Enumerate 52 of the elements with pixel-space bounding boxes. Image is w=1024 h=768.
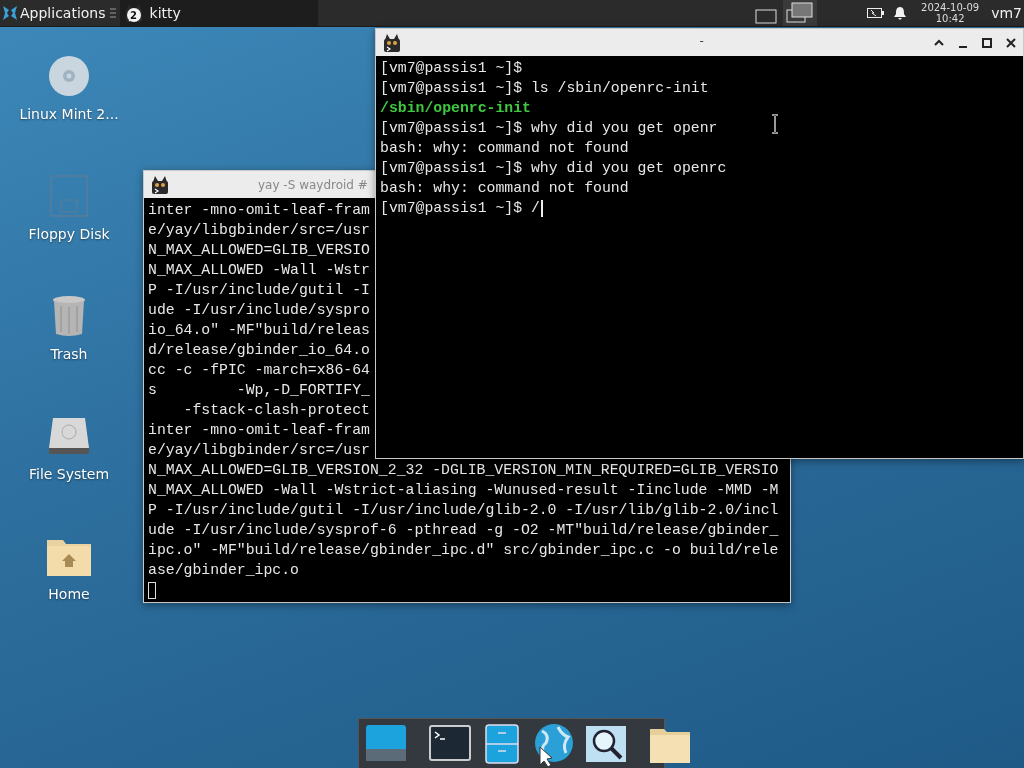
workspace-button[interactable] <box>783 0 818 26</box>
globe-icon[interactable] <box>532 723 576 767</box>
user-name[interactable]: vm7 <box>991 5 1022 21</box>
separator-handle-icon <box>109 7 116 19</box>
terminal-line: d/release/gbinder_io_64.o <box>148 341 370 360</box>
terminal-line: P -I/usr/include/gutil -I/usr/include/glib-2.0 -I/usr/lib/glib-2.0/incl <box>148 501 779 520</box>
text-cursor <box>540 199 543 217</box>
terminal-line: [vm7@passis1 ~]$ ls /sbin/openrc-init <box>380 79 709 98</box>
terminal-line: inter -mno-omit-leaf-fram <box>148 421 370 440</box>
terminal-line: N_MAX_ALLOWED=GLIB_VERSIO <box>148 241 370 260</box>
terminal-line: N_MAX_ALLOWED=GLIB_VERSION_2_32 -DGLIB_VERSION_MIN_REQUIRED=GLIB_VERSIO <box>148 461 779 480</box>
terminal-line: [vm7@passis1 ~]$ <box>380 59 523 78</box>
taskbar-button[interactable]: 2 kitty <box>119 0 318 26</box>
terminal-line: s -Wp,-D_FORTIFY_ <box>148 381 370 400</box>
applications-menu[interactable]: Applications <box>0 0 108 26</box>
clock[interactable]: 2024-10-09 10:42 <box>921 2 980 24</box>
terminal-line: -fstack-clash-protect <box>182 401 370 420</box>
desktop-icon-label[interactable]: File System <box>28 466 110 482</box>
terminal-line: ipc.o" -MF"build/release/gbinder_ipc.d" src/gbinder_ipc.c -o build/rele <box>148 541 779 560</box>
terminal-line: [vm7@passis1 ~]$ why did you get openr <box>380 119 718 138</box>
terminal-line: [vm7@passis1 ~]$ / <box>380 198 543 218</box>
terminal-line: inter -mno-omit-leaf-fram <box>148 201 370 220</box>
terminal-line: e/yay/libgbinder/src=/usr <box>148 441 370 460</box>
terminal-line: /sbin/openrc-init <box>380 99 531 118</box>
window-title: - <box>699 34 704 48</box>
bell-icon[interactable] <box>893 5 908 21</box>
desktop-icon-label[interactable]: Floppy Disk <box>28 226 110 242</box>
text-cursor <box>148 582 156 599</box>
menu-logo-icon <box>2 5 18 21</box>
terminal-line: ude -I/usr/include/sysprof-6 -pthread -g -O2 -MT"build/release/gbinder_ <box>148 521 779 540</box>
desktop-icon-label[interactable]: Linux Mint 2... <box>19 106 119 122</box>
terminal-cat-icon <box>150 174 170 195</box>
terminal-line: ude -I/usr/include/syspro <box>148 301 370 320</box>
terminal-line: P -I/usr/include/gutil -I <box>148 281 370 300</box>
terminal-line: N_MAX_ALLOWED -Wall -Wstr <box>148 261 370 280</box>
terminal-line: bash: why: command not found <box>380 139 629 158</box>
maximize-icon[interactable] <box>981 36 993 49</box>
battery-icon[interactable] <box>867 8 886 18</box>
terminal-line: N_MAX_ALLOWED -Wall -Wstrict-aliasing -Wunused-result -Iinclude -MMD -M <box>148 481 779 500</box>
desktop-icon-label[interactable]: Home <box>48 586 90 602</box>
window-title: yay -S waydroid # <box>258 177 368 192</box>
terminal-line: io_64.o" -MF"build/releas <box>148 321 370 340</box>
terminal-line: bash: why: command not found <box>380 179 629 198</box>
desktop-icon-label[interactable]: Trash <box>50 346 88 362</box>
i-beam-cursor-icon <box>771 114 779 134</box>
terminal-line: ase/gbinder_ipc.o <box>148 561 299 580</box>
terminal-cat-icon <box>382 32 402 53</box>
terminal-line: e/yay/libgbinder/src=/usr <box>148 221 370 240</box>
terminal-line: cc -c -fPIC -march=x86-64 <box>148 361 370 380</box>
terminal-line: [vm7@passis1 ~]$ why did you get openrc <box>380 159 727 178</box>
close-icon[interactable] <box>1005 36 1017 49</box>
window-stack-icon <box>786 2 815 24</box>
